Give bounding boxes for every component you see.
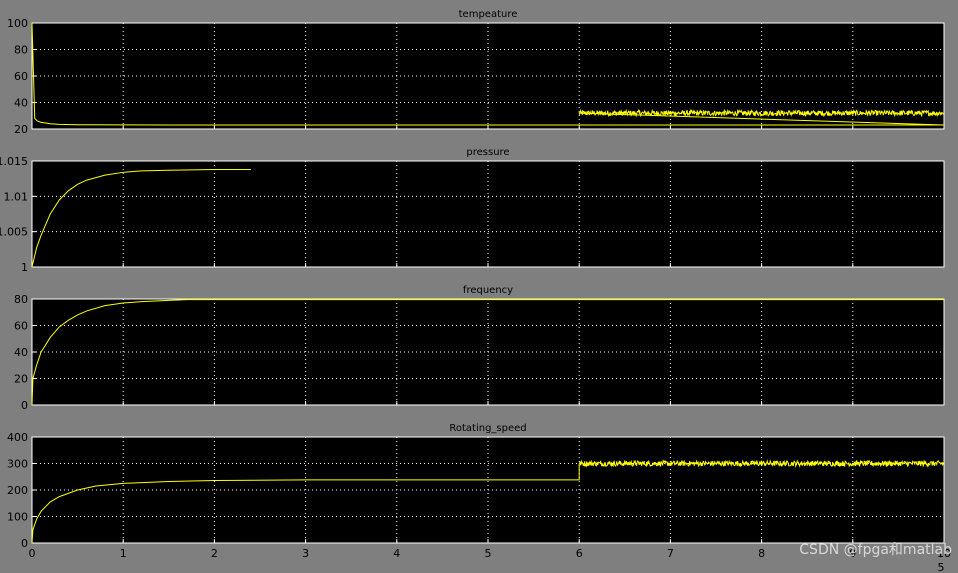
x-tick-label: 4 [393, 547, 400, 560]
x-tick-label: 2 [211, 547, 218, 560]
x-tick-label: 0 [29, 547, 36, 560]
y-tick-label: 300 [7, 458, 28, 471]
y-tick-label: 1.015 [0, 155, 28, 168]
x-tick-label: 5 [485, 547, 492, 560]
y-tick-label: 100 [7, 17, 28, 30]
subplot-title: Rotating_speed [449, 423, 526, 434]
y-tick-label: 400 [7, 431, 28, 444]
x-tick-label: 8 [758, 547, 765, 560]
y-tick-label: 100 [7, 511, 28, 524]
subplot-title: tempeature [459, 9, 518, 20]
y-tick-label: 0 [21, 537, 28, 550]
x-tick-label: 7 [667, 547, 674, 560]
y-tick-label: 1.005 [0, 226, 28, 239]
y-tick-label: 40 [14, 97, 28, 110]
x-tick-label: 1 [120, 547, 127, 560]
x-exponent-label: 5 [938, 561, 945, 573]
y-tick-label: 60 [14, 70, 28, 83]
y-tick-label: 200 [7, 484, 28, 497]
subplot-1: 20 40 60 80 100 tempeature [7, 9, 945, 136]
y-tick-label: 20 [14, 123, 28, 136]
y-tick-label: 1.01 [4, 190, 29, 203]
subplot-title: frequency [463, 285, 513, 296]
x-tick-label: 3 [302, 547, 309, 560]
x-tick-label: 6 [576, 547, 583, 560]
y-tick-label: 40 [14, 346, 28, 359]
subplot-title: pressure [466, 147, 509, 158]
y-tick-label: 60 [14, 320, 28, 333]
subplot-2: 1 1.005 1.01 1.015 pressure [0, 147, 945, 274]
scope-figure: 20406080100tempeature11.0051.011.015pres… [0, 9, 951, 573]
y-tick-label: 1 [21, 261, 28, 274]
y-tick-label: 80 [14, 293, 28, 306]
watermark: CSDN @fpga和matlab [799, 542, 952, 558]
subplot-3: 0 20 40 60 80 frequency [14, 285, 945, 412]
y-tick-label: 80 [14, 44, 28, 57]
y-tick-label: 0 [21, 399, 28, 412]
y-tick-label: 20 [14, 373, 28, 386]
